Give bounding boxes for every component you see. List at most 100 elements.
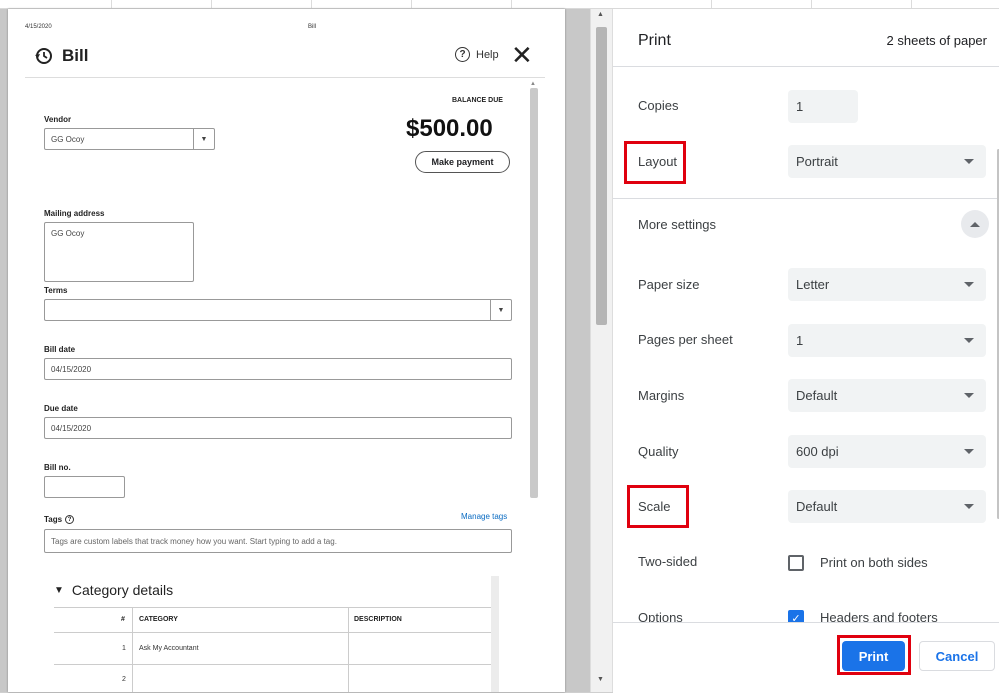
print-settings-panel: Print 2 sheets of paper Copies 1 Layout … bbox=[612, 9, 999, 693]
vendor-label: Vendor bbox=[44, 115, 72, 124]
print-dialog-title: Print bbox=[638, 32, 671, 49]
quality-select[interactable]: 600 dpi bbox=[788, 435, 986, 468]
chevron-down-icon bbox=[964, 393, 974, 398]
margins-label: Margins bbox=[638, 388, 685, 403]
layout-value: Portrait bbox=[796, 154, 838, 169]
layout-select[interactable]: Portrait bbox=[788, 145, 986, 178]
column-header-description: DESCRIPTION bbox=[354, 616, 402, 623]
bill-title: Bill bbox=[62, 46, 89, 65]
column-header-category: CATEGORY bbox=[139, 616, 178, 623]
cancel-button[interactable]: Cancel bbox=[919, 641, 995, 671]
history-icon bbox=[35, 48, 52, 64]
help-label: Help bbox=[476, 48, 499, 61]
close-icon[interactable]: ✕ bbox=[511, 42, 533, 68]
margins-value: Default bbox=[796, 388, 838, 403]
paper-size-select[interactable]: Letter bbox=[788, 268, 986, 301]
grid-line bbox=[111, 0, 112, 8]
more-settings-label[interactable]: More settings bbox=[638, 217, 716, 232]
table-row-number: 1 bbox=[122, 645, 126, 652]
bill-date-field: 04/15/2020 bbox=[44, 358, 512, 380]
pages-per-sheet-label: Pages per sheet bbox=[638, 332, 733, 347]
bill-heading: Bill bbox=[34, 46, 88, 66]
divider bbox=[25, 77, 545, 78]
grid-line bbox=[811, 0, 812, 8]
highlight-box-print bbox=[837, 635, 911, 675]
table-row-category: Ask My Accountant bbox=[139, 645, 199, 652]
vendor-value: GG Ocoy bbox=[51, 134, 85, 144]
help-link[interactable]: ? Help bbox=[455, 47, 499, 62]
preview-page: 4/15/2020 Bill Bill ? Help ✕ ▲ BALANCE D… bbox=[8, 9, 565, 692]
bill-date-value: 04/15/2020 bbox=[51, 364, 92, 374]
two-sided-checkbox[interactable] bbox=[788, 555, 804, 571]
tags-field: Tags are custom labels that track money … bbox=[44, 529, 512, 553]
chevron-down-icon bbox=[964, 504, 974, 509]
quality-label: Quality bbox=[638, 444, 679, 459]
table-scrollbar bbox=[491, 576, 499, 692]
table-row-number: 2 bbox=[122, 676, 126, 683]
balance-due-amount: $500.00 bbox=[406, 115, 493, 142]
page-header-date: 4/15/2020 bbox=[25, 24, 52, 30]
print-preview-area: 4/15/2020 Bill Bill ? Help ✕ ▲ BALANCE D… bbox=[0, 9, 590, 692]
page-header-title: Bill bbox=[308, 24, 317, 30]
table-column-rule bbox=[348, 607, 349, 692]
copies-input[interactable]: 1 bbox=[788, 90, 858, 123]
category-details-heading: ▼ Category details bbox=[54, 582, 173, 598]
quality-value: 600 dpi bbox=[796, 444, 839, 459]
due-date-value: 04/15/2020 bbox=[51, 423, 92, 433]
chevron-down-icon: ▼ bbox=[490, 300, 511, 320]
grid-line bbox=[311, 0, 312, 8]
divider bbox=[613, 198, 999, 199]
chevron-up-icon bbox=[970, 221, 980, 227]
grid-line bbox=[911, 0, 912, 8]
copies-label: Copies bbox=[638, 98, 679, 113]
scroll-up-arrow-icon[interactable]: ▲ bbox=[597, 11, 604, 18]
tags-label: Tags bbox=[44, 515, 63, 524]
scrollbar-thumb[interactable] bbox=[596, 27, 607, 325]
bill-no-field bbox=[44, 476, 125, 498]
pages-per-sheet-select[interactable]: 1 bbox=[788, 324, 986, 357]
highlight-box-scale bbox=[627, 485, 689, 528]
table-rule bbox=[54, 664, 491, 665]
grid-line bbox=[511, 0, 512, 8]
terms-label: Terms bbox=[44, 286, 68, 295]
preview-inner-scrollbar bbox=[530, 88, 538, 498]
two-sided-label: Two-sided bbox=[638, 554, 698, 569]
sheet-count: 2 sheets of paper bbox=[886, 33, 987, 48]
category-details-title: Category details bbox=[71, 582, 174, 598]
chevron-down-icon bbox=[964, 338, 974, 343]
highlight-box-layout bbox=[624, 141, 686, 184]
grid-line bbox=[411, 0, 412, 8]
pages-per-sheet-value: 1 bbox=[796, 333, 804, 348]
preview-scrollbar[interactable]: ▲ ▼ bbox=[590, 9, 612, 692]
make-payment-button: Make payment bbox=[415, 151, 510, 173]
margins-select[interactable]: Default bbox=[788, 379, 986, 412]
manage-tags-link: Manage tags bbox=[461, 512, 508, 521]
spreadsheet-header-strip bbox=[0, 0, 999, 9]
paper-size-label: Paper size bbox=[638, 277, 700, 292]
table-column-rule bbox=[132, 607, 133, 692]
bill-date-label: Bill date bbox=[44, 345, 76, 354]
grid-line bbox=[711, 0, 712, 8]
two-sided-option-label[interactable]: Print on both sides bbox=[820, 555, 928, 570]
tags-label-wrap: Tags? bbox=[44, 515, 75, 525]
scroll-down-arrow-icon[interactable]: ▼ bbox=[597, 676, 604, 683]
paper-size-value: Letter bbox=[796, 277, 830, 292]
collapse-triangle-icon: ▼ bbox=[54, 584, 64, 596]
tags-placeholder: Tags are custom labels that track money … bbox=[51, 536, 337, 546]
print-dialog-footer: Print Cancel bbox=[613, 622, 999, 693]
due-date-label: Due date bbox=[44, 404, 78, 413]
due-date-field: 04/15/2020 bbox=[44, 417, 512, 439]
mailing-address-value: GG Ocoy bbox=[51, 229, 85, 238]
help-icon: ? bbox=[455, 47, 470, 62]
collapse-more-settings-button[interactable] bbox=[961, 210, 989, 238]
chevron-down-icon: ▼ bbox=[193, 129, 214, 149]
vendor-field: GG Ocoy ▼ bbox=[44, 128, 215, 150]
help-icon: ? bbox=[65, 515, 75, 525]
scale-value: Default bbox=[796, 499, 838, 514]
bill-no-label: Bill no. bbox=[44, 463, 71, 472]
scale-select[interactable]: Default bbox=[788, 490, 986, 523]
divider bbox=[613, 66, 999, 67]
balance-due-label: BALANCE DUE bbox=[452, 97, 503, 104]
chevron-down-icon bbox=[964, 449, 974, 454]
chevron-down-icon bbox=[964, 282, 974, 287]
